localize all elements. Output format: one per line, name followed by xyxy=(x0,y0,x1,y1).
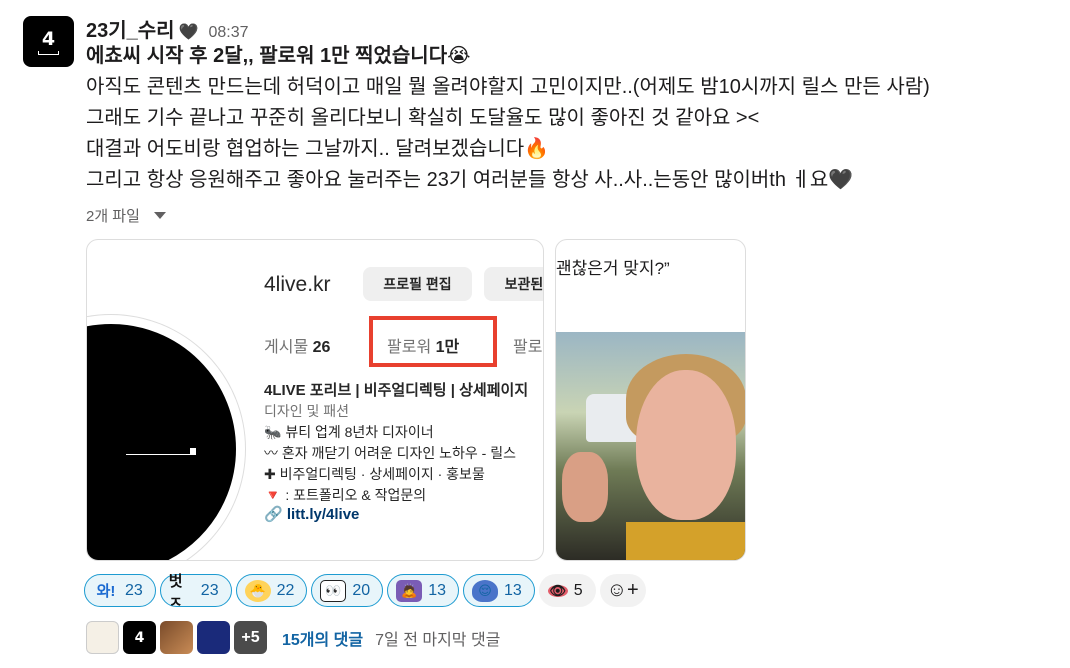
username[interactable]: 23기_수리 xyxy=(86,14,175,43)
reaction-count: 13 xyxy=(428,581,446,599)
ig-bio-row: 🔻 : 포트폴리오 & 작업문의 xyxy=(264,487,427,503)
attachment-meme-image[interactable]: 괜찮은거 맞지?” xyxy=(555,239,746,561)
reaction-count: 20 xyxy=(352,581,371,599)
message-line-5: 그리고 항상 응원해주고 좋아요 눌러주는 23기 여러분들 항상 사..사..… xyxy=(86,169,854,191)
text-emoji-icon: 벗ㅈ xyxy=(168,572,183,611)
reaction-pill[interactable]: 👁 5 xyxy=(538,574,596,607)
reaction-pill[interactable]: 👀 20 xyxy=(311,574,384,607)
more-repliers-badge: +5 xyxy=(234,621,267,654)
reactions-bar: 와! 23 벗ㅈ 23 🐣 22 👀 20 🙇 13 😌 13 👁 5 ☺+ xyxy=(84,572,646,611)
replier-avatar xyxy=(86,621,119,654)
eyes-emoji-icon: 👀 xyxy=(320,579,347,602)
caret-down-icon xyxy=(153,212,166,219)
thread-summary[interactable]: 4 +5 15개의 댓글 7일 전 마지막 댓글 xyxy=(86,621,500,654)
meme-caption: 괜찮은거 맞지?” xyxy=(556,259,670,278)
reaction-pill[interactable]: 🙇 13 xyxy=(387,574,459,607)
ig-bio-name: 4LIVE 포리브 | 비주얼디렉팅 | 상세페이지 xyxy=(264,382,529,399)
status-emoji: 🖤 xyxy=(178,24,199,41)
eye-emoji-icon: 👁 xyxy=(547,582,568,598)
message-line-1: 에쵸씨 시작 후 2달,, 팔로워 1만 찍었습니다😭 xyxy=(86,45,471,67)
message-line-2: 아직도 콘텐츠 만드는데 허덕이고 매일 뭘 올려야할지 고민이지만..(어제도… xyxy=(86,76,930,98)
photo-hand xyxy=(562,452,608,522)
ig-bio-category: 디자인 및 패션 xyxy=(264,403,350,419)
reaction-pill[interactable]: 벗ㅈ 23 xyxy=(159,572,232,611)
last-reply-time: 7일 전 마지막 댓글 xyxy=(375,631,501,649)
ig-link-text: litt.ly/4live xyxy=(286,506,360,523)
attachment-instagram-screenshot[interactable]: 4live.kr 프로필 편집 보관된 게시물 26 팔로워 1만 팔로 4LI… xyxy=(86,239,544,561)
reaction-pill[interactable]: 😌 13 xyxy=(462,574,535,607)
user-avatar[interactable]: 4 xyxy=(23,16,74,67)
ig-saved-button: 보관된 xyxy=(484,267,543,301)
ig-bio-row: ✚ 비주얼디렉팅 · 상세페이지 · 홍보물 xyxy=(264,466,485,482)
reaction-pill[interactable]: 와! 23 xyxy=(84,574,156,607)
reply-count-link[interactable]: 15개의 댓글 xyxy=(282,626,363,650)
avatar-mark xyxy=(38,51,59,55)
reaction-count: 23 xyxy=(125,581,143,599)
ig-bio-row: 〰 혼자 깨닫기 어려운 디자인 노하우 - 릴스 xyxy=(264,445,516,461)
reaction-pill[interactable]: 🐣 22 xyxy=(235,574,308,607)
replier-avatar: 4 xyxy=(123,621,156,654)
ig-following-stat: 팔로 xyxy=(513,339,543,356)
reaction-count: 23 xyxy=(200,581,219,599)
files-label: 2개 파일 xyxy=(86,208,140,225)
bow-emoji-icon: 🙇 xyxy=(396,579,423,602)
wow-emoji-icon: 와! xyxy=(96,583,116,600)
photo-shirt xyxy=(626,522,745,560)
ig-username: 4live.kr xyxy=(264,273,331,296)
ig-posts-value: 26 xyxy=(312,339,331,356)
message-line-3: 그래도 기수 끝나고 꾸준히 올리다보니 확실히 도달율도 많이 좋아진 것 같… xyxy=(86,107,760,129)
photo-face xyxy=(636,370,736,520)
avatar-text: 4 xyxy=(41,28,56,50)
ig-posts-stat: 게시물 26 xyxy=(264,333,330,357)
ig-bio-row: 🐜 뷰티 업계 8년차 디자이너 xyxy=(264,424,434,440)
profile-logo-mark xyxy=(126,448,196,455)
highlight-box xyxy=(369,316,497,367)
meme-photo xyxy=(556,332,745,560)
message-line-4: 대결과 어도비랑 협업하는 그날까지.. 달려보겠습니다🔥 xyxy=(86,138,550,160)
message-header: 23기_수리 🖤 08:37 xyxy=(86,14,249,43)
reaction-count: 13 xyxy=(503,581,522,599)
profile-picture xyxy=(87,315,245,560)
add-reaction-icon: ☺+ xyxy=(606,579,639,601)
blob-emoji-icon: 😌 xyxy=(471,579,498,602)
timestamp[interactable]: 08:37 xyxy=(209,24,249,42)
ig-posts-label: 게시물 xyxy=(264,339,309,356)
replier-avatar xyxy=(160,621,193,654)
reaction-count: 5 xyxy=(573,581,583,599)
files-toggle[interactable]: 2개 파일 xyxy=(86,205,166,226)
reaction-count: 22 xyxy=(276,581,295,599)
add-reaction-button[interactable]: ☺+ xyxy=(599,574,646,607)
chick-emoji-icon: 🐣 xyxy=(244,579,271,602)
ig-edit-profile-button: 프로필 편집 xyxy=(363,267,472,301)
replier-avatar xyxy=(197,621,230,654)
ig-bio-link: 🔗 litt.ly/4live xyxy=(264,506,360,523)
